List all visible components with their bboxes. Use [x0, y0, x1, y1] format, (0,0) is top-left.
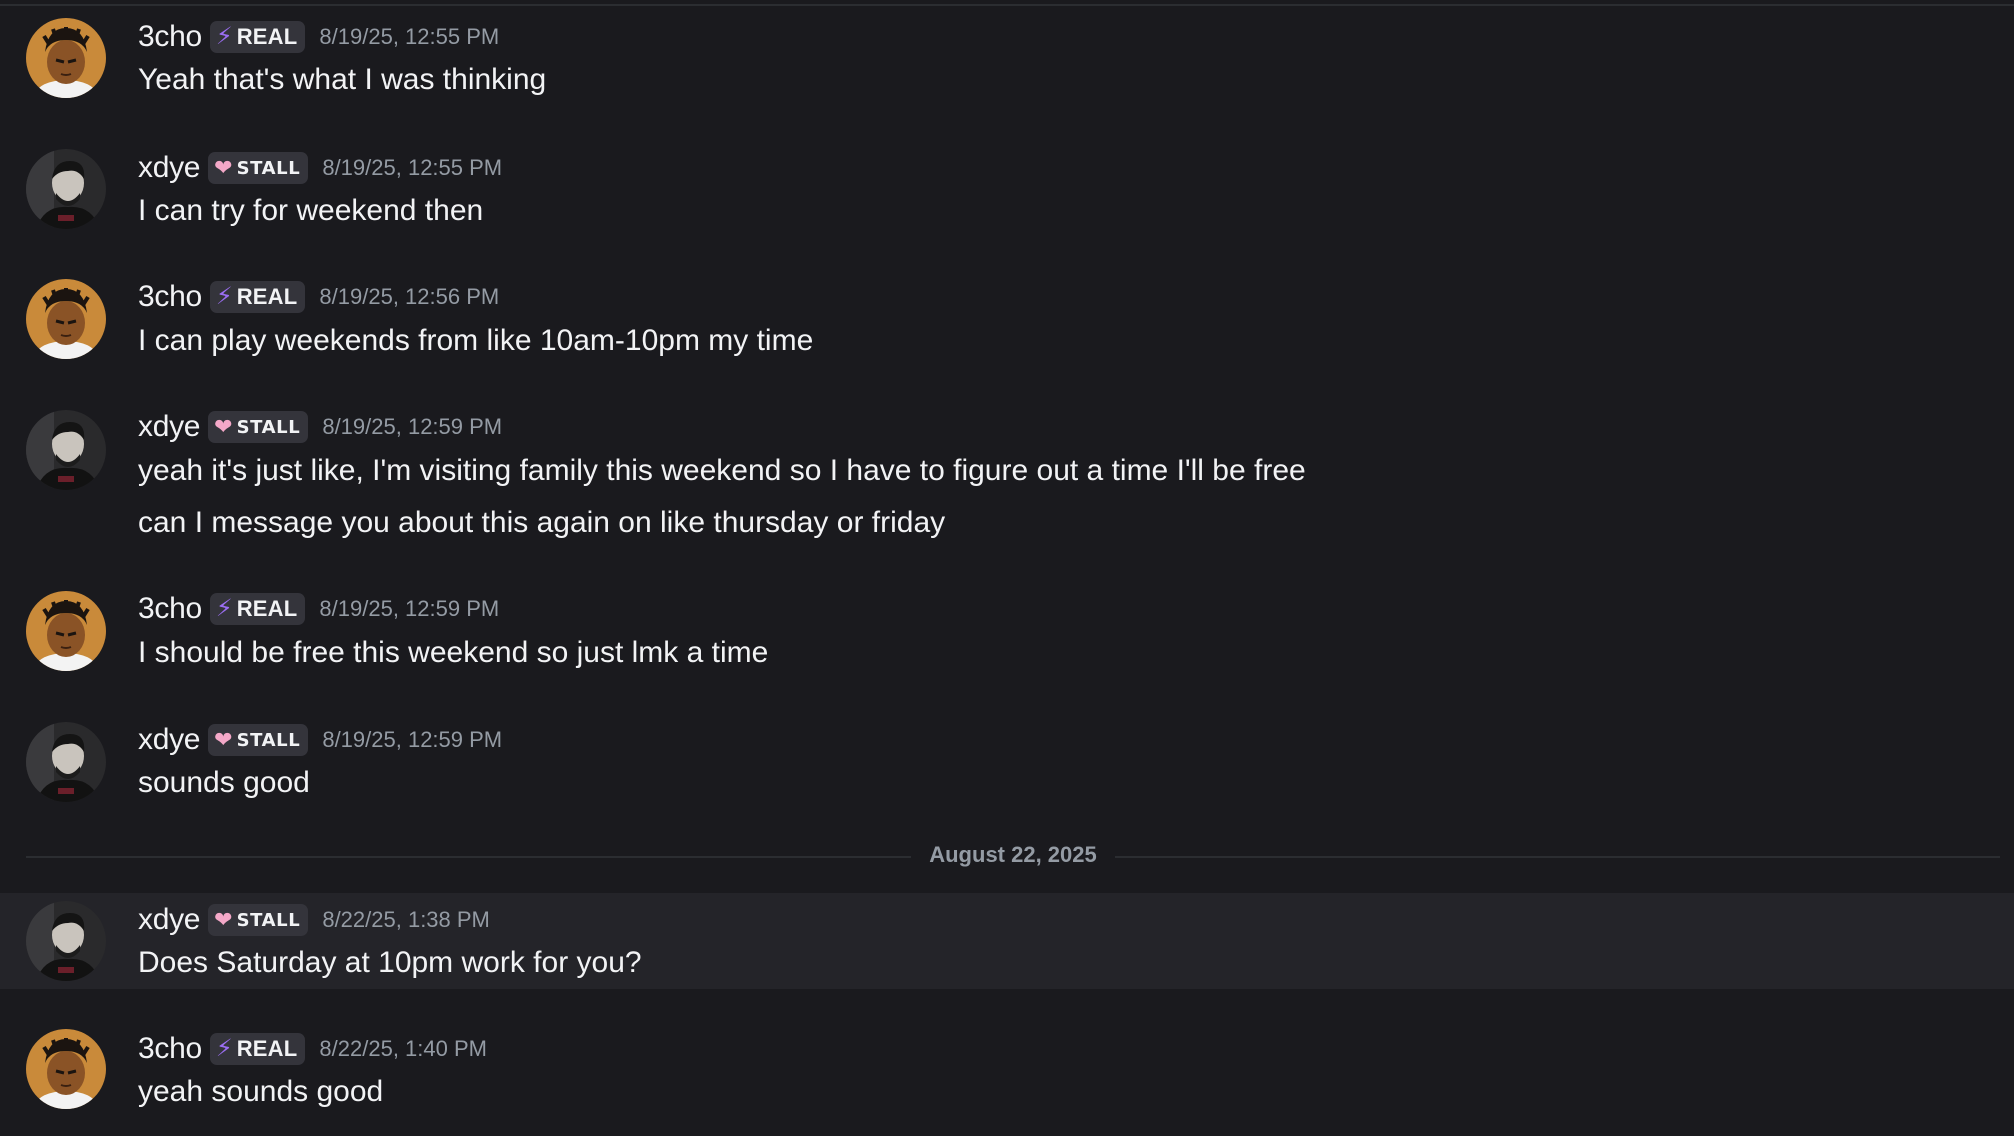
username[interactable]: 3cho	[138, 280, 202, 314]
tag-label: STALL	[236, 729, 301, 751]
tag-label: STALL	[236, 909, 301, 931]
timestamp[interactable]: 8/19/25, 12:56 PM	[319, 284, 499, 310]
tag-label: REAL	[236, 24, 298, 49]
server-tag[interactable]: ❤ STALL	[208, 411, 309, 443]
message-header: 3cho ⚡ REAL 8/19/25, 12:56 PM	[138, 277, 499, 317]
avatar-3cho[interactable]	[26, 1029, 106, 1109]
server-tag[interactable]: ❤ STALL	[208, 904, 309, 936]
message-text: Yeah that's what I was thinking	[138, 63, 547, 96]
username[interactable]: xdye	[138, 151, 200, 185]
username[interactable]: 3cho	[138, 20, 202, 54]
message-text: I can play weekends from like 10am-10pm …	[138, 324, 814, 357]
heart-icon: ❤	[214, 727, 233, 752]
message-item[interactable]: xdye ❤ STALL 8/19/25, 12:55 PM I can try…	[0, 138, 2014, 250]
message-header: xdye ❤ STALL 8/19/25, 12:59 PM	[138, 407, 502, 447]
username[interactable]: xdye	[138, 903, 200, 937]
message-header: 3cho ⚡ REAL 8/22/25, 1:40 PM	[138, 1029, 487, 1069]
message-item[interactable]: 3cho ⚡ REAL 8/19/25, 12:59 PM I should b…	[0, 580, 2014, 692]
server-tag[interactable]: ⚡ REAL	[209, 1033, 306, 1065]
avatar-3cho[interactable]	[26, 279, 106, 359]
lightning-icon: ⚡	[215, 23, 233, 50]
message-list: 3cho ⚡ REAL 8/19/25, 12:55 PM Yeah that'…	[0, 0, 2014, 1136]
heart-icon: ❤	[214, 155, 233, 180]
message-text: sounds good	[138, 766, 310, 799]
server-tag[interactable]: ❤ STALL	[208, 152, 309, 184]
message-text: Does Saturday at 10pm work for you?	[138, 946, 642, 979]
timestamp[interactable]: 8/22/25, 1:40 PM	[319, 1036, 487, 1062]
avatar-3cho[interactable]	[26, 591, 106, 671]
tag-label: REAL	[236, 1036, 298, 1061]
avatar-xdye[interactable]	[26, 901, 106, 981]
server-tag[interactable]: ⚡ REAL	[209, 21, 306, 53]
tag-label: STALL	[236, 416, 301, 438]
timestamp[interactable]: 8/19/25, 12:55 PM	[319, 24, 499, 50]
message-text: can I message you about this again on li…	[138, 506, 946, 539]
heart-icon: ❤	[214, 414, 233, 439]
timestamp[interactable]: 8/19/25, 12:59 PM	[322, 727, 502, 753]
tag-label: REAL	[236, 596, 298, 621]
server-tag[interactable]: ❤ STALL	[208, 724, 309, 756]
avatar-xdye[interactable]	[26, 410, 106, 490]
lightning-icon: ⚡	[215, 1035, 233, 1062]
message-text: yeah sounds good	[138, 1075, 384, 1108]
lightning-icon: ⚡	[215, 283, 233, 310]
username[interactable]: 3cho	[138, 1032, 202, 1066]
message-header: xdye ❤ STALL 8/22/25, 1:38 PM	[138, 900, 490, 940]
tag-label: REAL	[236, 284, 298, 309]
message-text: I should be free this weekend so just lm…	[138, 636, 769, 669]
tag-label: STALL	[236, 157, 301, 179]
message-item[interactable]: xdye ❤ STALL 8/19/25, 12:59 PM yeah it's…	[0, 398, 2014, 560]
lightning-icon: ⚡	[215, 595, 233, 622]
date-divider: August 22, 2025	[0, 842, 2014, 868]
date-divider-label: August 22, 2025	[911, 842, 1115, 867]
message-header: xdye ❤ STALL 8/19/25, 12:55 PM	[138, 148, 502, 188]
message-item[interactable]: xdye ❤ STALL 8/22/25, 1:38 PM Does Satur…	[0, 893, 2014, 989]
server-tag[interactable]: ⚡ REAL	[209, 593, 306, 625]
timestamp[interactable]: 8/19/25, 12:55 PM	[322, 155, 502, 181]
timestamp[interactable]: 8/19/25, 12:59 PM	[319, 596, 499, 622]
timestamp[interactable]: 8/22/25, 1:38 PM	[322, 907, 490, 933]
username[interactable]: xdye	[138, 410, 200, 444]
message-item[interactable]: 3cho ⚡ REAL 8/22/25, 1:40 PM yeah sounds…	[0, 1020, 2014, 1136]
message-text: I can try for weekend then	[138, 194, 484, 227]
server-tag[interactable]: ⚡ REAL	[209, 281, 306, 313]
avatar-3cho[interactable]	[26, 18, 106, 98]
message-header: 3cho ⚡ REAL 8/19/25, 12:59 PM	[138, 589, 499, 629]
heart-icon: ❤	[214, 907, 233, 932]
message-item[interactable]: 3cho ⚡ REAL 8/19/25, 12:55 PM Yeah that'…	[0, 8, 2014, 120]
username[interactable]: 3cho	[138, 592, 202, 626]
avatar-xdye[interactable]	[26, 149, 106, 229]
message-header: xdye ❤ STALL 8/19/25, 12:59 PM	[138, 720, 502, 760]
message-item[interactable]: 3cho ⚡ REAL 8/19/25, 12:56 PM I can play…	[0, 268, 2014, 380]
message-text: yeah it's just like, I'm visiting family…	[138, 454, 1306, 487]
username[interactable]: xdye	[138, 723, 200, 757]
avatar-xdye[interactable]	[26, 722, 106, 802]
message-header: 3cho ⚡ REAL 8/19/25, 12:55 PM	[138, 17, 499, 57]
timestamp[interactable]: 8/19/25, 12:59 PM	[322, 414, 502, 440]
message-item[interactable]: xdye ❤ STALL 8/19/25, 12:59 PM sounds go…	[0, 710, 2014, 822]
